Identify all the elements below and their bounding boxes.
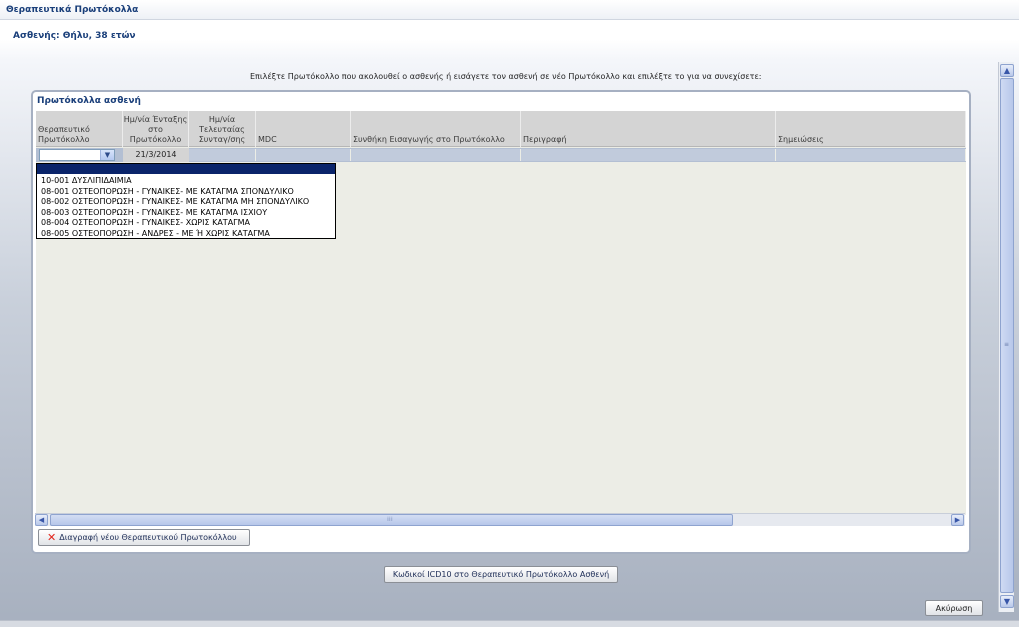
dropdown-option[interactable]: 08-004 ΟΣΤΕΟΠΟΡΩΣΗ - ΓΥΝΑΙΚΕΣ- ΧΩΡΙΣ ΚΑΤ…	[37, 218, 335, 229]
scroll-up-icon[interactable]: ▲	[1000, 64, 1014, 77]
panel-title: Πρωτόκολλα ασθενή	[37, 96, 141, 106]
header-notes[interactable]: Σημειώσεις	[776, 111, 966, 147]
cell-entry-condition	[351, 149, 521, 161]
dropdown-option[interactable]: 08-005 ΟΣΤΕΟΠΟΡΩΣΗ - ΑΝΔΡΕΣ - ΜΕ Ή ΧΩΡΙΣ…	[37, 229, 335, 240]
window-title: Θεραπευτικά Πρωτόκολλα	[6, 5, 139, 15]
dropdown-selected-blank[interactable]	[37, 164, 335, 174]
icd10-codes-button[interactable]: Κωδικοί ICD10 στο Θεραπευτικό Πρωτόκολλο…	[384, 566, 618, 583]
cell-entry-date: 21/3/2014	[123, 148, 189, 162]
horizontal-scrollbar[interactable]: ◀ ⁞⁞⁞ ▶	[35, 513, 965, 526]
header-description[interactable]: Περιγραφή	[521, 111, 776, 147]
window-bottom-border	[0, 620, 1019, 627]
header-protocol[interactable]: Θεραπευτικό Πρωτόκολλο	[36, 111, 123, 147]
scroll-right-icon[interactable]: ▶	[951, 514, 964, 526]
header-mdc[interactable]: MDC	[256, 111, 351, 147]
patient-info: Ασθενής: Θήλυ, 38 ετών	[13, 31, 136, 41]
title-bar: Θεραπευτικά Πρωτόκολλα	[0, 0, 1019, 20]
cell-description	[521, 149, 776, 161]
cell-mdc	[256, 149, 351, 161]
delete-new-protocol-label: Διαγραφή νέου Θεραπευτικού Πρωτοκόλλου	[59, 533, 237, 542]
header-entry-date[interactable]: Ημ/νία Ένταξης στο Πρωτόκολλο	[123, 111, 189, 147]
protocol-dropdown-list[interactable]: 10-001 ΔΥΣΛΙΠΙΔΑΙΜΙΑ 08-001 ΟΣΤΕΟΠΟΡΩΣΗ …	[36, 163, 336, 239]
protocol-select[interactable]: ▼	[39, 149, 115, 161]
horizontal-scroll-thumb[interactable]: ⁞⁞⁞	[50, 514, 733, 526]
close-x-icon: ✕	[47, 531, 57, 544]
vertical-scroll-thumb[interactable]: ≡	[1000, 78, 1014, 593]
dropdown-option[interactable]: 08-003 ΟΣΤΕΟΠΟΡΩΣΗ - ΓΥΝΑΙΚΕΣ- ΜΕ ΚΑΤΑΓΜ…	[37, 208, 335, 219]
delete-new-protocol-button[interactable]: ✕ Διαγραφή νέου Θεραπευτικού Πρωτοκόλλου	[38, 529, 250, 546]
grip-icon: ≡	[1004, 341, 1010, 348]
dropdown-option[interactable]: 08-001 ΟΣΤΕΟΠΟΡΩΣΗ - ΓΥΝΑΙΚΕΣ- ΜΕ ΚΑΤΑΓΜ…	[37, 187, 335, 198]
cell-notes	[776, 149, 966, 161]
vertical-scrollbar[interactable]: ▲ ≡ ▼	[998, 62, 1014, 612]
dropdown-option[interactable]: 08-002 ΟΣΤΕΟΠΟΡΩΣΗ - ΓΥΝΑΙΚΕΣ- ΜΕ ΚΑΤΑΓΜ…	[37, 197, 335, 208]
cancel-button[interactable]: Ακύρωση	[925, 600, 983, 616]
header-last-prescription[interactable]: Ημ/νία Τελευταίας Συνταγ/σης	[189, 111, 256, 147]
chevron-down-icon[interactable]: ▼	[100, 150, 114, 160]
grid-header: Θεραπευτικό Πρωτόκολλο Ημ/νία Ένταξης στ…	[36, 111, 966, 147]
table-row[interactable]: ▼ 21/3/2014	[36, 148, 966, 162]
cell-last-prescription	[189, 149, 256, 161]
dropdown-option[interactable]: 10-001 ΔΥΣΛΙΠΙΔΑΙΜΙΑ	[37, 176, 335, 187]
header-entry-condition[interactable]: Συνθήκη Εισαγωγής στο Πρωτόκολλο	[351, 111, 521, 147]
instructions-text: Επιλέξτε Πρωτόκολλο που ακολουθεί ο ασθε…	[250, 72, 762, 81]
scroll-left-icon[interactable]: ◀	[35, 514, 48, 526]
protocols-panel: Πρωτόκολλα ασθενή Θεραπευτικό Πρωτόκολλο…	[31, 90, 971, 554]
scroll-down-icon[interactable]: ▼	[1000, 595, 1014, 608]
grip-icon: ⁞⁞⁞	[387, 516, 393, 523]
